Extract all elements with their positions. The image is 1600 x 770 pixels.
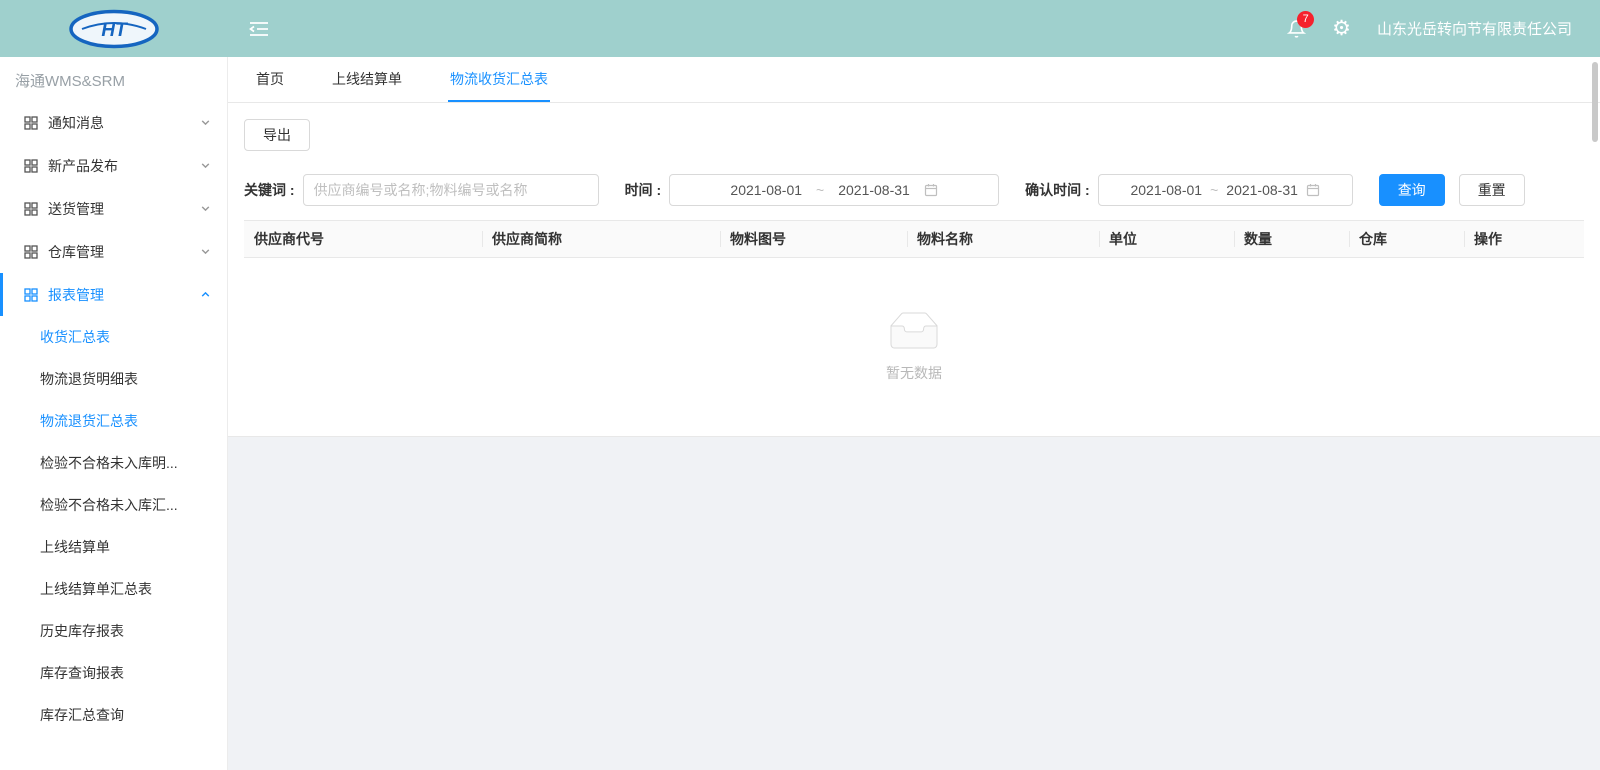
sidebar-subitem-inspection-fail-summary[interactable]: 检验不合格未入库汇... (0, 484, 227, 526)
notification-badge: 7 (1297, 11, 1314, 28)
range-separator: ~ (816, 182, 824, 198)
sidebar-subitem-online-settlement-summary[interactable]: 上线结算单汇总表 (0, 568, 227, 610)
content-background (228, 437, 1600, 770)
app-header: HT 7 ⚙ 山东光岳转向节有限责任公司 (0, 0, 1600, 57)
keyword-label: 关键词 : (244, 180, 295, 200)
confirm-time-label: 确认时间 : (1025, 180, 1090, 200)
column-header-supplier-code: 供应商代号 (244, 221, 482, 257)
grid-icon (24, 159, 38, 173)
empty-state: 暂无数据 (244, 258, 1584, 436)
keyword-input[interactable] (303, 174, 599, 206)
column-header-material-name: 物料名称 (907, 221, 1099, 257)
time-label: 时间 : (625, 180, 662, 200)
reset-button[interactable]: 重置 (1459, 174, 1525, 206)
logo-icon: HT (68, 9, 160, 49)
time-start-value: 2021-08-01 (730, 182, 802, 198)
tab-online-settlement[interactable]: 上线结算单 (330, 57, 404, 102)
sidebar-subitem-logistics-return-detail[interactable]: 物流退货明细表 (0, 358, 227, 400)
menu-label: 报表管理 (48, 285, 200, 305)
sidebar-item-reports[interactable]: 报表管理 (0, 273, 227, 316)
scrollbar-thumb[interactable] (1592, 62, 1598, 142)
chevron-down-icon (200, 160, 211, 171)
chevron-down-icon (200, 117, 211, 128)
grid-icon (24, 245, 38, 259)
chevron-down-icon (200, 203, 211, 214)
range-separator: ~ (1210, 182, 1218, 198)
sidebar-item-new-product[interactable]: 新产品发布 (0, 144, 227, 187)
menu-fold-icon[interactable] (248, 19, 270, 39)
menu-label: 通知消息 (48, 113, 200, 133)
menu-label: 送货管理 (48, 199, 200, 219)
chevron-down-icon (200, 246, 211, 257)
menu-label: 仓库管理 (48, 242, 200, 262)
sidebar-item-warehouse[interactable]: 仓库管理 (0, 230, 227, 273)
results-table: 供应商代号 供应商简称 物料图号 物料名称 单位 数量 仓库 操作 (244, 220, 1584, 436)
confirm-end-value: 2021-08-31 (1226, 182, 1298, 198)
empty-text: 暂无数据 (886, 363, 942, 383)
sidebar-subitem-online-settlement[interactable]: 上线结算单 (0, 526, 227, 568)
column-header-material-drawing-no: 物料图号 (720, 221, 907, 257)
empty-box-icon (882, 312, 946, 353)
export-button[interactable]: 导出 (244, 119, 310, 151)
menu-label: 新产品发布 (48, 156, 200, 176)
query-button[interactable]: 查询 (1379, 174, 1445, 206)
column-header-unit: 单位 (1099, 221, 1234, 257)
chevron-up-icon (200, 289, 211, 300)
sidebar: 海通WMS&SRM 通知消息 新产品发布 送货管理 (0, 57, 228, 770)
settings-gear-icon[interactable]: ⚙ (1332, 18, 1351, 39)
svg-text:HT: HT (101, 20, 128, 41)
grid-icon (24, 288, 38, 302)
time-range-picker[interactable]: 2021-08-01 ~ 2021-08-31 (669, 174, 999, 206)
sidebar-subitem-history-inventory-report[interactable]: 历史库存报表 (0, 610, 227, 652)
sidebar-subitem-logistics-return-summary[interactable]: 物流退货汇总表 (0, 400, 227, 442)
grid-icon (24, 202, 38, 216)
grid-icon (24, 116, 38, 130)
table-header-row: 供应商代号 供应商简称 物料图号 物料名称 单位 数量 仓库 操作 (244, 220, 1584, 258)
sidebar-subitem-receipt-summary[interactable]: 收货汇总表 (0, 316, 227, 358)
column-header-quantity: 数量 (1234, 221, 1349, 257)
sidebar-item-delivery[interactable]: 送货管理 (0, 187, 227, 230)
calendar-icon (924, 183, 938, 197)
tab-home[interactable]: 首页 (254, 57, 286, 102)
sidebar-subitem-inspection-fail-detail[interactable]: 检验不合格未入库明... (0, 442, 227, 484)
app-brand: 海通WMS&SRM (0, 57, 227, 101)
sidebar-subitem-inventory-query-report[interactable]: 库存查询报表 (0, 652, 227, 694)
sidebar-item-notifications[interactable]: 通知消息 (0, 101, 227, 144)
header-actions: 7 ⚙ 山东光岳转向节有限责任公司 (1287, 18, 1600, 39)
content-card: 导出 关键词 : 时间 : 2021-08-01 ~ 2021-08-31 确认… (228, 103, 1600, 437)
company-logo: HT (0, 9, 228, 49)
column-header-warehouse: 仓库 (1349, 221, 1464, 257)
confirm-start-value: 2021-08-01 (1130, 182, 1202, 198)
main-content: 首页 上线结算单 物流收货汇总表 导出 关键词 : 时间 : 2021-08-0… (228, 57, 1600, 770)
column-header-actions: 操作 (1464, 221, 1584, 257)
filter-bar: 关键词 : 时间 : 2021-08-01 ~ 2021-08-31 确认时间 … (244, 174, 1584, 206)
company-name: 山东光岳转向节有限责任公司 (1377, 18, 1572, 39)
notification-bell-icon[interactable]: 7 (1287, 19, 1306, 39)
time-end-value: 2021-08-31 (838, 182, 910, 198)
tab-bar: 首页 上线结算单 物流收货汇总表 (228, 57, 1600, 103)
tab-logistics-receipt-summary[interactable]: 物流收货汇总表 (448, 57, 550, 102)
calendar-icon (1306, 183, 1320, 197)
sidebar-subitem-inventory-summary-query[interactable]: 库存汇总查询 (0, 694, 227, 736)
confirm-time-range-picker[interactable]: 2021-08-01 ~ 2021-08-31 (1098, 174, 1353, 206)
column-header-supplier-name: 供应商简称 (482, 221, 720, 257)
